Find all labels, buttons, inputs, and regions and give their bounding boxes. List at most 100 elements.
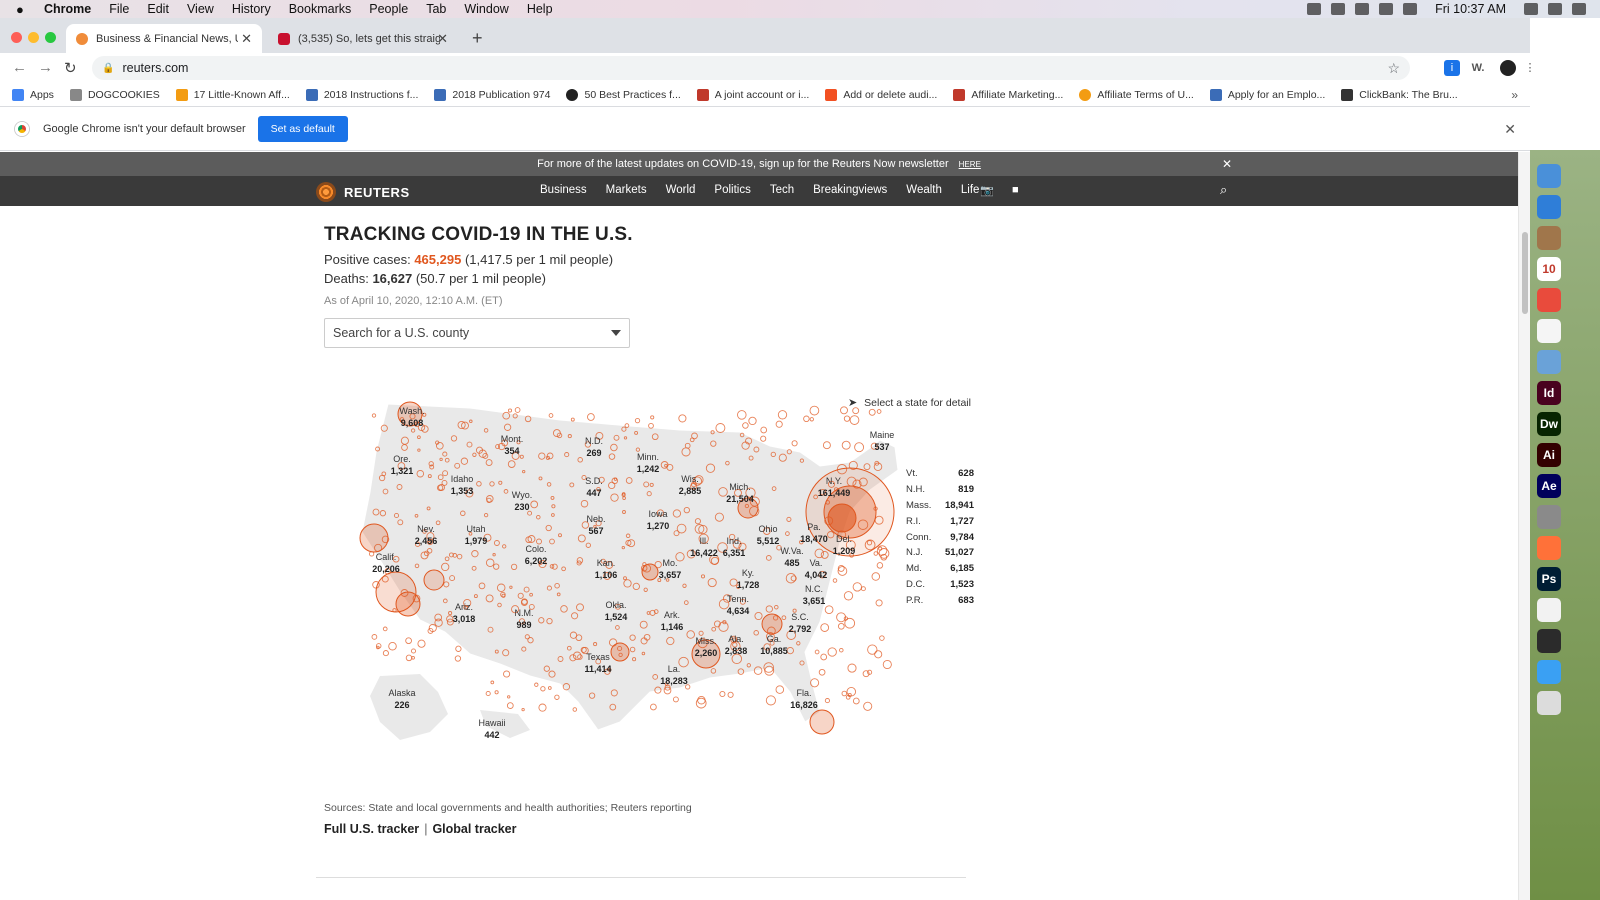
county-bubble[interactable] [494, 690, 499, 695]
siri-icon[interactable] [1548, 3, 1562, 15]
state-case-count[interactable]: 10,885 [760, 646, 788, 656]
volume-icon[interactable] [1403, 3, 1418, 15]
county-bubble[interactable] [678, 414, 687, 423]
state-case-count[interactable]: 1,146 [661, 622, 684, 632]
county-bubble[interactable] [860, 586, 866, 592]
county-bubble[interactable] [814, 649, 820, 655]
state-name-label[interactable]: Iowa [648, 509, 667, 519]
county-bubble[interactable] [490, 680, 495, 685]
bookmark-item[interactable]: A joint account or i... [696, 88, 809, 101]
chrome-icon[interactable] [1537, 288, 1561, 312]
state-case-count[interactable]: 567 [588, 526, 603, 536]
state-case-count[interactable]: 16,422 [690, 548, 718, 558]
state-name-label[interactable]: Hawaii [478, 718, 505, 728]
state-case-count[interactable]: 230 [514, 502, 529, 512]
county-bubble[interactable] [876, 545, 888, 556]
url-text[interactable]: reuters.com [122, 61, 188, 75]
county-bubble[interactable] [748, 416, 757, 426]
county-bubble[interactable] [852, 582, 862, 592]
county-bubble[interactable] [382, 626, 388, 632]
county-bubble[interactable] [382, 650, 389, 657]
state-case-count[interactable]: 442 [484, 730, 499, 740]
state-name-label[interactable]: Okla. [605, 600, 626, 610]
small-state-row[interactable]: D.C. 1,523 [906, 577, 974, 593]
bookmark-apps[interactable]: Apps [12, 88, 54, 101]
wifi-icon[interactable] [1355, 3, 1370, 15]
bookmark-star-icon[interactable]: ☆ [1387, 60, 1400, 77]
county-bubble[interactable] [843, 415, 851, 422]
state-case-count[interactable]: 1,728 [737, 580, 760, 590]
county-bubble[interactable] [634, 417, 641, 424]
county-bubble[interactable] [832, 578, 838, 583]
pen-tool-icon[interactable] [1537, 598, 1561, 622]
tab-close-icon[interactable]: ✕ [241, 31, 252, 47]
menu-window[interactable]: Window [464, 2, 508, 16]
county-bubble[interactable] [818, 668, 826, 676]
state-name-label[interactable]: Ala. [728, 634, 744, 644]
new-tab-button[interactable]: + [472, 28, 483, 49]
state-case-count[interactable]: 2,260 [695, 648, 718, 658]
nav-tech[interactable]: Tech [770, 184, 794, 196]
banner-here-link[interactable]: HERE [959, 160, 981, 169]
state-name-label[interactable]: Mich. [729, 482, 751, 492]
address-bar[interactable]: 🔒 reuters.com ☆ [92, 56, 1410, 80]
state-case-count[interactable]: 6,351 [723, 548, 746, 558]
forward-arrow-icon[interactable]: → [38, 59, 53, 76]
county-bubble[interactable] [820, 653, 828, 661]
county-hotspot-bubble[interactable] [761, 613, 783, 635]
video-icon[interactable]: ■ [1012, 184, 1019, 196]
infobar-close-icon[interactable]: ✕ [1504, 121, 1516, 138]
firefox-icon[interactable] [1537, 536, 1561, 560]
reuters-logo[interactable]: REUTERS [316, 182, 410, 202]
state-case-count[interactable]: 3,651 [803, 596, 826, 606]
bookmarks-overflow-icon[interactable]: » [1511, 88, 1518, 102]
state-name-label[interactable]: Minn. [637, 452, 659, 462]
county-bubble[interactable] [820, 623, 830, 632]
state-name-label[interactable]: Kan. [597, 558, 616, 568]
county-bubble[interactable] [572, 707, 578, 712]
county-bubble[interactable] [405, 637, 412, 645]
state-case-count[interactable]: 1,524 [605, 612, 628, 622]
bookmark-item[interactable]: 2018 Publication 974 [434, 88, 550, 101]
state-name-label[interactable]: Pa. [807, 522, 821, 532]
county-bubble[interactable] [843, 591, 854, 601]
state-case-count[interactable]: 18,283 [660, 676, 688, 686]
county-bubble[interactable] [844, 617, 856, 629]
county-bubble[interactable] [672, 696, 679, 703]
county-bubble[interactable] [650, 415, 655, 420]
county-bubble[interactable] [737, 410, 747, 420]
trash-icon[interactable] [1537, 691, 1561, 715]
reload-icon[interactable]: ↻ [64, 59, 77, 77]
state-case-count[interactable]: 226 [394, 700, 409, 710]
state-name-label[interactable]: Nev. [417, 524, 435, 534]
nav-business[interactable]: Business [540, 184, 587, 196]
small-state-row[interactable]: Conn. 9,784 [906, 529, 974, 545]
state-case-count[interactable]: 1,979 [465, 536, 488, 546]
county-hotspot-bubble[interactable] [610, 642, 630, 662]
county-bubble[interactable] [405, 654, 413, 662]
county-bubble[interactable] [417, 639, 426, 648]
state-name-label[interactable]: Ark. [664, 610, 680, 620]
bookmark-item[interactable]: Affiliate Terms of U... [1079, 88, 1194, 101]
state-case-count[interactable]: 2,885 [679, 486, 702, 496]
menu-history[interactable]: History [232, 2, 271, 16]
state-name-label[interactable]: S.D. [585, 476, 603, 486]
state-name-label[interactable]: Ga. [767, 634, 782, 644]
state-name-label[interactable]: Wis. [681, 474, 699, 484]
county-bubble[interactable] [765, 695, 776, 706]
state-name-label[interactable]: Ky. [742, 568, 754, 578]
acrobat-icon[interactable] [1537, 629, 1561, 653]
state-name-label[interactable]: N.C. [805, 584, 823, 594]
county-bubble[interactable] [742, 422, 749, 429]
menu-file[interactable]: File [109, 2, 129, 16]
state-name-label[interactable]: Ill. [700, 536, 709, 546]
state-case-count[interactable]: 20,206 [372, 564, 400, 574]
state-name-label[interactable]: Ohio [758, 524, 777, 534]
county-bubble[interactable] [538, 703, 547, 712]
state-name-label[interactable]: Colo. [525, 544, 546, 554]
state-case-count[interactable]: 989 [516, 620, 531, 630]
indesign-icon[interactable]: Id [1537, 381, 1561, 405]
state-case-count[interactable]: 447 [586, 488, 601, 498]
tab-close-icon[interactable]: ✕ [437, 31, 448, 47]
chevron-down-icon[interactable] [611, 330, 621, 336]
